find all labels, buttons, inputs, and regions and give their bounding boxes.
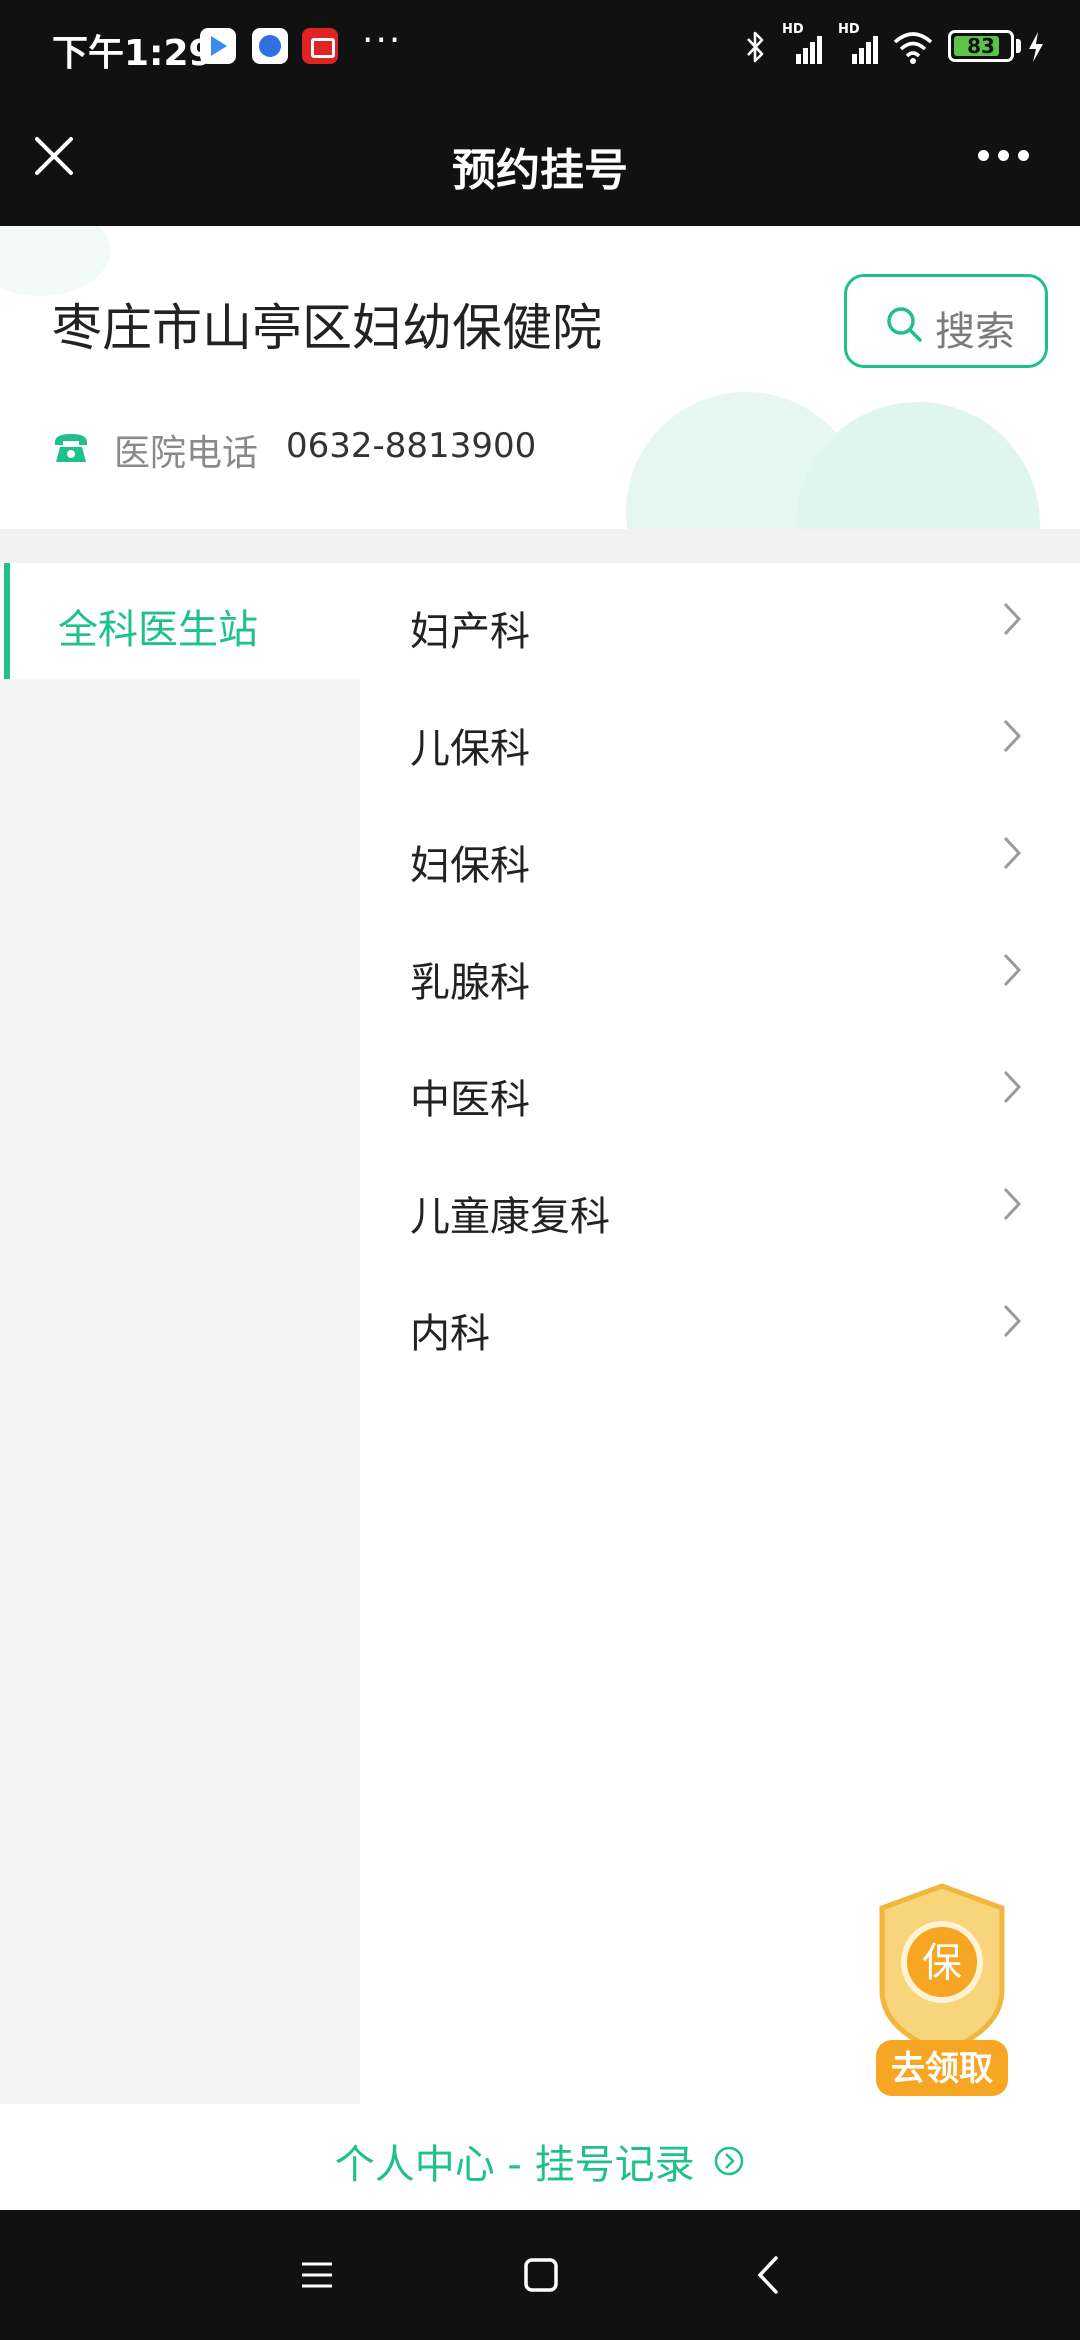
records-link-label: 个人中心 - 挂号记录	[334, 2142, 695, 2188]
travel-app-icon	[252, 28, 288, 64]
hospital-header: 枣庄市山亭区妇幼保健院 搜索 医院电话 0632-8813900	[0, 226, 1080, 529]
battery-level: 83	[967, 34, 995, 58]
sidebar: 全科医生站	[0, 563, 360, 2104]
page-title: 预约挂号	[452, 145, 628, 196]
insurance-promo-badge[interactable]: 保 去领取	[872, 1880, 1012, 2100]
wifi-icon	[893, 32, 933, 64]
department-label: 儿童康复科	[410, 1194, 610, 1240]
department-label: 儿保科	[410, 726, 530, 772]
selected-indicator	[4, 563, 10, 679]
badge-label: 去领取	[891, 2049, 993, 2089]
back-icon[interactable]	[744, 2250, 794, 2300]
list-item[interactable]: 妇产科	[360, 563, 1080, 680]
search-icon	[887, 307, 922, 342]
status-time: 下午1:29	[52, 33, 214, 74]
phone-number[interactable]: 0632-8813900	[286, 426, 536, 466]
more-options-icon[interactable]	[976, 146, 1032, 166]
phone-label: 医院电话	[114, 433, 259, 474]
search-button[interactable]: 搜索	[844, 274, 1048, 368]
divider	[0, 529, 1080, 563]
bluetooth-icon	[747, 31, 764, 63]
department-list: 妇产科 儿保科 妇保科 乳腺科 中医科 儿童康复科 内科	[360, 563, 1080, 1382]
search-label: 搜索	[935, 309, 1015, 355]
chevron-right-icon	[1003, 836, 1022, 870]
news-app-icon	[302, 28, 338, 64]
video-app-icon	[200, 28, 236, 64]
department-panel: 全科医生站 妇产科 儿保科 妇保科 乳腺科 中医科 儿童康复科 内科	[0, 563, 1080, 2104]
system-nav-bar	[0, 2210, 1080, 2340]
department-label: 妇保科	[410, 843, 530, 889]
sidebar-item-label: 全科医生站	[58, 607, 258, 653]
signal-icon: HD	[838, 22, 882, 64]
department-label: 妇产科	[410, 609, 530, 655]
phone-icon	[55, 434, 87, 462]
hospital-name: 枣庄市山亭区妇幼保健院	[52, 299, 602, 357]
list-item[interactable]: 儿保科	[360, 680, 1080, 797]
badge-char: 保	[922, 1940, 962, 1986]
list-item[interactable]: 中医科	[360, 1031, 1080, 1148]
menu-icon[interactable]	[292, 2250, 342, 2300]
more-notifications-icon: ···	[362, 20, 403, 61]
chevron-right-icon	[1003, 602, 1022, 636]
list-item[interactable]: 儿童康复科	[360, 1148, 1080, 1265]
charging-icon	[1029, 32, 1043, 62]
chevron-right-icon	[1003, 953, 1022, 987]
list-item[interactable]: 妇保科	[360, 797, 1080, 914]
chevron-right-icon	[1003, 1187, 1022, 1221]
footer: 个人中心 - 挂号记录	[0, 2104, 1080, 2210]
department-label: 内科	[410, 1311, 490, 1357]
arrow-circle-right-icon	[715, 2146, 744, 2176]
signal-icon: HD	[782, 22, 826, 64]
registration-records-link[interactable]: 个人中心 - 挂号记录	[0, 2132, 1080, 2190]
chevron-right-icon	[1003, 1304, 1022, 1338]
chevron-right-icon	[1003, 719, 1022, 753]
department-label: 中医科	[410, 1077, 530, 1123]
department-label: 乳腺科	[410, 960, 530, 1006]
home-icon[interactable]	[516, 2250, 566, 2300]
battery-icon: 83	[948, 30, 1014, 62]
chevron-right-icon	[1003, 1070, 1022, 1104]
list-item[interactable]: 乳腺科	[360, 914, 1080, 1031]
list-item[interactable]: 内科	[360, 1265, 1080, 1382]
sidebar-item-general-practice[interactable]: 全科医生站	[0, 563, 360, 679]
title-bar: 预约挂号	[0, 96, 1080, 226]
status-bar: 下午1:29 ··· HD HD 83	[0, 0, 1080, 96]
